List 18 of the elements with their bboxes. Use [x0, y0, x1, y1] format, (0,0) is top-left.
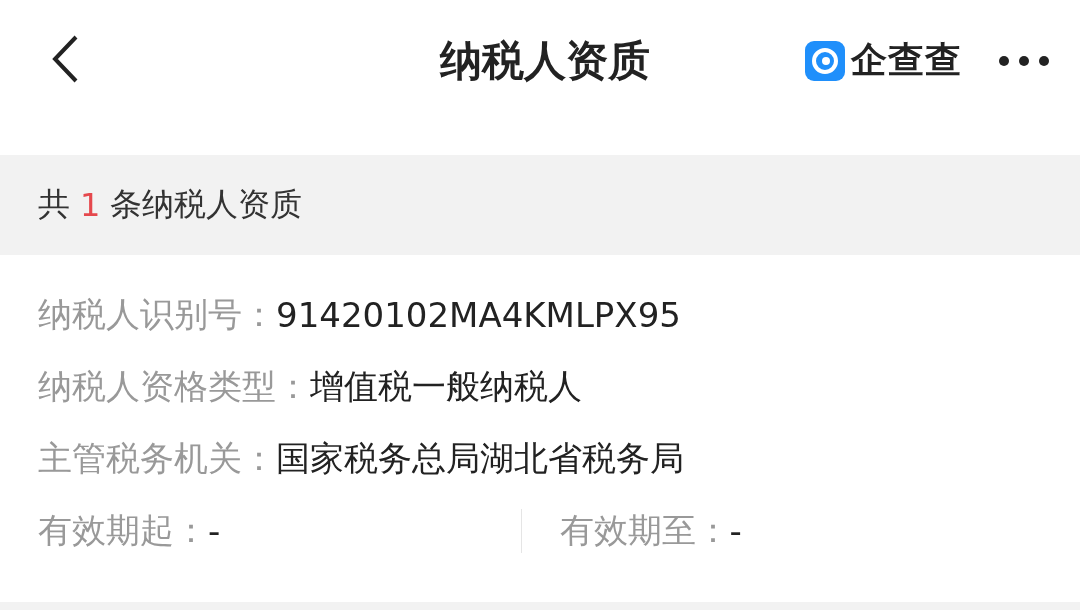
- field-label: 有效期起：: [38, 509, 208, 552]
- more-icon[interactable]: [998, 54, 1050, 67]
- field-value: 91420102MA4KMLPX95: [276, 295, 681, 335]
- field-label: 有效期至：: [559, 509, 730, 552]
- field-label: 纳税人资格类型：: [38, 365, 310, 408]
- field-value: -: [208, 511, 221, 551]
- summary-text: 条纳税人资质: [110, 184, 303, 225]
- page-title: 纳税人资质: [440, 34, 650, 87]
- summary-text: 共: [38, 184, 70, 225]
- logo-icon: [805, 40, 845, 81]
- field-label: 纳税人识别号：: [38, 293, 276, 336]
- field-label: 主管税务机关：: [38, 437, 276, 480]
- back-icon: [50, 34, 80, 84]
- record-count: 1: [80, 186, 101, 224]
- brand-name: 企查查: [851, 38, 962, 82]
- field-value: 国家税务总局湖北省税务局: [276, 437, 684, 480]
- field-value: -: [729, 511, 742, 551]
- field-value: 增值税一般纳税人: [310, 365, 582, 408]
